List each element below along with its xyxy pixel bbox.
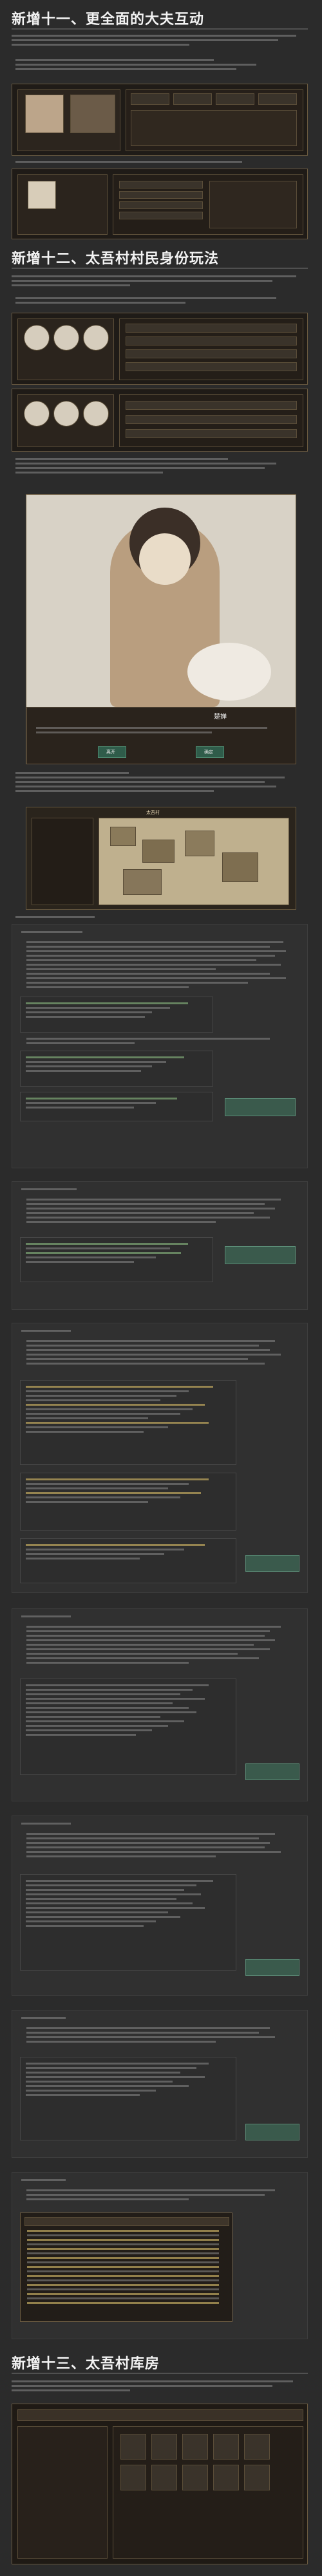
game-screenshot-villager-roles-2 bbox=[12, 389, 308, 452]
section-title: 新增十二、太吾村村民身份玩法 bbox=[12, 251, 220, 267]
game-screenshot-doctor-menu bbox=[12, 169, 308, 239]
paragraph bbox=[15, 297, 299, 306]
game-screenshot-warehouse bbox=[12, 2404, 308, 2564]
map-title: 太吾村 bbox=[146, 810, 160, 815]
paragraph bbox=[15, 916, 299, 921]
paragraph bbox=[15, 161, 299, 165]
side-badge bbox=[245, 1763, 299, 1780]
callout-box bbox=[20, 1473, 236, 1531]
info-card bbox=[12, 1816, 308, 1996]
paragraph bbox=[12, 2380, 308, 2394]
game-screenshot-villager-roles bbox=[12, 313, 308, 385]
section-title: 新增十三、太吾村库房 bbox=[12, 2356, 160, 2372]
callout-box bbox=[20, 2057, 236, 2140]
game-screenshot-doctor-interaction bbox=[12, 84, 308, 156]
paragraph bbox=[15, 772, 299, 795]
callout-box bbox=[20, 1237, 213, 1282]
document-page: 新增十一、更全面的大夫互动 新增十二、太吾村村民身份玩法 楚婵 离开 确定 太吾… bbox=[0, 0, 322, 2576]
info-card bbox=[12, 924, 308, 1168]
confirm-button[interactable]: 确定 bbox=[196, 746, 224, 758]
info-card bbox=[12, 1323, 308, 1593]
section-title: 新增十一、更全面的大夫互动 bbox=[12, 12, 205, 28]
divider bbox=[12, 268, 308, 269]
game-screenshot-table bbox=[20, 2213, 232, 2322]
dialog-panel: 楚婵 离开 确定 bbox=[26, 707, 296, 764]
callout-box bbox=[20, 1092, 213, 1121]
paragraph bbox=[15, 59, 299, 73]
divider bbox=[12, 28, 308, 30]
info-card bbox=[12, 1181, 308, 1310]
leave-button[interactable]: 离开 bbox=[98, 746, 126, 758]
game-screenshot-portrait: 楚婵 离开 确定 bbox=[26, 494, 296, 764]
callout-box bbox=[20, 1538, 236, 1583]
character-face bbox=[139, 533, 191, 585]
side-badge bbox=[245, 1959, 299, 1976]
info-card bbox=[12, 2010, 308, 2158]
callout-box bbox=[20, 1051, 213, 1087]
side-badge bbox=[245, 1555, 299, 1572]
paragraph bbox=[12, 35, 308, 48]
callout-box bbox=[20, 1874, 236, 1971]
game-screenshot-village-map: 太吾村 bbox=[26, 807, 296, 910]
white-fox bbox=[187, 643, 271, 701]
callout-box bbox=[20, 1380, 236, 1465]
side-badge bbox=[225, 1098, 296, 1116]
callout-box bbox=[20, 997, 213, 1033]
dialog-text bbox=[36, 727, 287, 736]
paragraph bbox=[15, 458, 299, 476]
paragraph bbox=[12, 275, 308, 289]
info-card bbox=[12, 1608, 308, 1801]
character-name: 楚婵 bbox=[214, 713, 227, 721]
divider bbox=[12, 2373, 308, 2374]
info-card bbox=[12, 2172, 308, 2339]
side-badge bbox=[225, 1246, 296, 1264]
callout-box bbox=[20, 1679, 236, 1775]
side-badge bbox=[245, 2124, 299, 2140]
